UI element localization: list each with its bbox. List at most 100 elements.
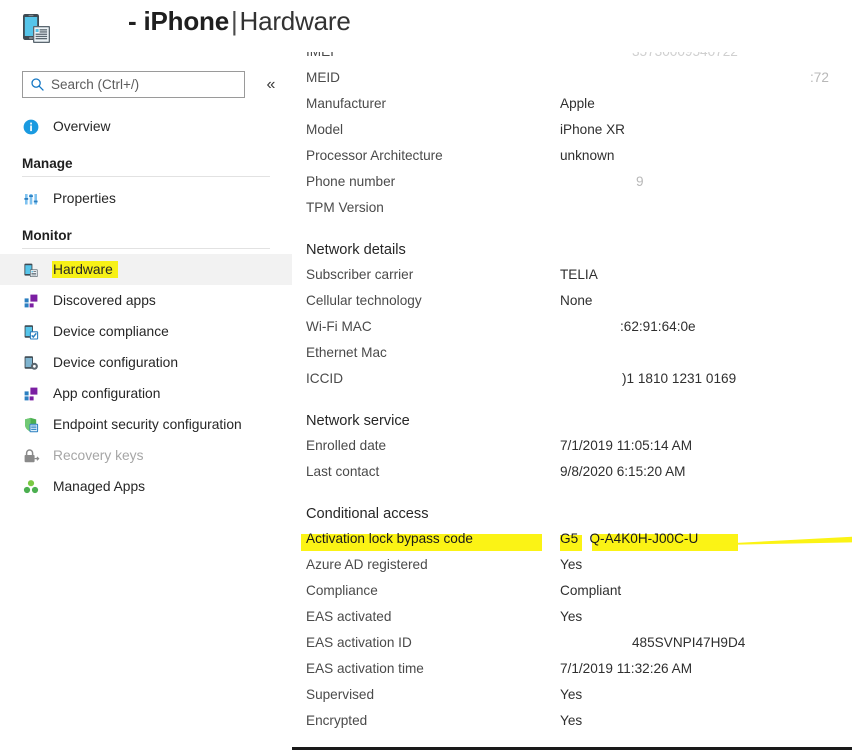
row-value: Compliant [560, 583, 622, 598]
row-key: Encrypted [306, 713, 368, 728]
row-value: Apple [560, 96, 595, 111]
sidebar-item-device-configuration-label: Device configuration [53, 355, 179, 370]
hardware-rows-network-details: Subscriber carrier TELIA Cellular technolo… [292, 267, 852, 397]
sidebar-item-app-configuration[interactable]: App configuration [0, 378, 292, 409]
device-configuration-icon [22, 354, 40, 372]
row-key: Ethernet Mac [306, 345, 387, 360]
row-key: Azure AD registered [306, 557, 428, 572]
row-value: 9/8/2020 6:15:20 AM [560, 464, 686, 479]
sidebar-item-overview-label: Overview [53, 119, 111, 134]
sidebar-item-managed-apps-label: Managed Apps [53, 479, 146, 494]
sidebar-item-discovered-apps-label: Discovered apps [53, 293, 156, 308]
row-imei: IMEI35730009540722 [292, 52, 852, 70]
sidebar-item-device-configuration[interactable]: Device configuration [0, 347, 292, 378]
row-manufacturer: Manufacturer Apple [292, 96, 852, 122]
hardware-rows-top: IMEI35730009540722MEID:72ManufacturerApp… [292, 52, 852, 226]
row-value: Yes [560, 687, 583, 702]
row-value: unknown [560, 148, 615, 163]
row-processor-architecture: Processor Architecture unknown [292, 148, 852, 174]
row-value: Yes [560, 609, 583, 624]
row-ethernet-mac: Ethernet Mac [292, 345, 852, 371]
row-last-contact: Last contact 9/8/2020 6:15:20 AM [292, 464, 852, 490]
row-iccid: ICCID )1 1810 1231 0169 [292, 371, 852, 397]
row-value: 485SVNPI47H9D4 [632, 635, 746, 650]
page-title-separator: | [230, 6, 238, 36]
row-value: :72 [810, 70, 829, 85]
row-value: 7/1/2019 11:32:26 AM [560, 661, 693, 676]
hardware-detail-pane[interactable]: IMEI35730009540722MEID:72ManufacturerApp… [292, 52, 852, 750]
sidebar-group-manage-title: Manage [22, 156, 73, 171]
sidebar-item-hardware-label: Hardware [53, 262, 117, 277]
row-key: Phone number [306, 174, 396, 189]
row-key: MEID [306, 70, 340, 85]
row-compliance: Compliance Compliant [292, 583, 852, 609]
row-value: 9 [636, 174, 644, 189]
sidebar-item-endpoint-security-configuration[interactable]: Endpoint security configuration [0, 409, 292, 440]
sliders-icon [22, 190, 40, 208]
row-wi-fi-mac: Wi-Fi MAC :62:91:64:0e [292, 319, 852, 345]
row-enrolled-date: Enrolled date 7/1/2019 11:05:14 AM [292, 438, 852, 464]
managed-apps-icon [22, 478, 40, 496]
row-key: Manufacturer [306, 96, 387, 111]
sidebar-group-manage: Manage [0, 156, 292, 177]
chevron-double-left-icon[interactable]: « [260, 74, 282, 96]
page-header: - iPhone|Hardware [0, 0, 852, 52]
sidebar-item-device-compliance[interactable]: Device compliance [0, 316, 292, 347]
row-phone-number: Phone number 9 [292, 174, 852, 200]
endpoint-security-icon [22, 416, 40, 434]
row-value: 35730009540722 [560, 52, 738, 59]
hardware-icon [22, 261, 40, 279]
sidebar-item-overview[interactable]: Overview [0, 111, 292, 142]
row-value: )1 1810 1231 0169 [622, 371, 737, 386]
row-eas-activation-id: EAS activation ID 485SVNPI47H9D4 [292, 635, 852, 661]
highlight-marker-tail [698, 532, 852, 545]
row-key: EAS activation ID [306, 635, 412, 650]
row-key: Wi-Fi MAC [306, 319, 372, 334]
hardware-rows-network-service: Enrolled date 7/1/2019 11:05:14 AM Last co… [292, 438, 852, 490]
row-key: EAS activated [306, 609, 392, 624]
row-key: EAS activation time [306, 661, 424, 676]
sidebar-item-recovery-keys: Recovery keys [0, 440, 292, 471]
row-eas-activated: EAS activated Yes [292, 609, 852, 635]
sidebar-item-managed-apps[interactable]: Managed Apps [0, 471, 292, 502]
row-eas-activation-time: EAS activation time 7/1/2019 11:32:26 AM [292, 661, 852, 687]
row-meid: MEID :72 [292, 70, 852, 96]
row-key: Model [306, 122, 344, 137]
discovered-apps-icon [22, 292, 40, 310]
row-value: iPhone XR [560, 122, 625, 137]
row-key: Last contact [306, 464, 380, 479]
sidebar-item-hardware[interactable]: Hardware [0, 254, 292, 285]
sidebar-item-recovery-keys-label: Recovery keys [53, 448, 144, 463]
row-supervised: Supervised Yes [292, 687, 852, 713]
section-title-network-details: Network details [306, 242, 406, 258]
lock-key-icon [22, 447, 40, 465]
info-icon [22, 118, 40, 136]
device-compliance-icon [22, 323, 40, 341]
sidebar-item-properties-label: Properties [53, 191, 116, 206]
phone-with-document-icon [18, 10, 56, 48]
row-value: :62:91:64:0e [620, 319, 696, 334]
row-key: Processor Architecture [306, 148, 443, 163]
row-value: Yes [560, 713, 583, 728]
sidebar-item-discovered-apps[interactable]: Discovered apps [0, 285, 292, 316]
page-title: - iPhone|Hardware [128, 6, 351, 37]
divider [22, 176, 270, 177]
sidebar-item-device-compliance-label: Device compliance [53, 324, 169, 339]
row-key: ICCID [306, 371, 344, 386]
row-model: Model iPhone XR [292, 122, 852, 148]
row-tpm-version: TPM Version [292, 200, 852, 226]
row-key: Compliance [306, 583, 378, 598]
sidebar-group-monitor: Monitor [0, 228, 292, 249]
row-encrypted: Encrypted Yes [292, 713, 852, 739]
divider [22, 248, 270, 249]
app-configuration-icon [22, 385, 40, 403]
bypass-code-part2: Q-A4K0H-J00C-U [589, 531, 699, 546]
row-key: Supervised [306, 687, 375, 702]
row-value: G5 Q-A4K0H-J00C-U [560, 531, 698, 546]
row-key: TPM Version [306, 200, 384, 215]
row-key: Enrolled date [306, 438, 387, 453]
row-key: IMEI [306, 52, 560, 59]
search-placeholder: Search (Ctrl+/) [51, 77, 140, 92]
search-input[interactable]: Search (Ctrl+/) [22, 71, 245, 98]
sidebar-item-properties[interactable]: Properties [0, 183, 292, 214]
